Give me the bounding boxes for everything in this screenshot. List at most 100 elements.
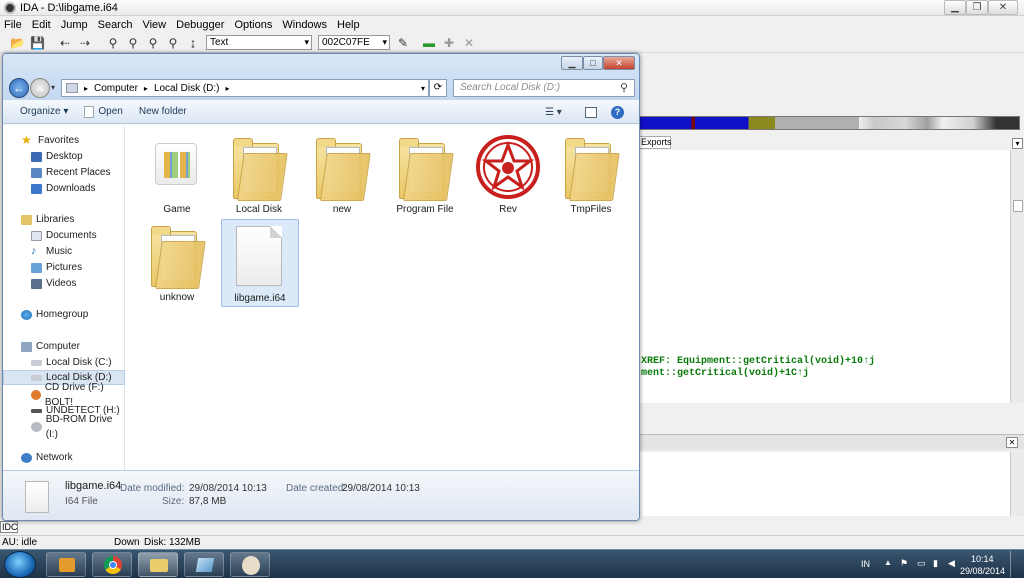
file-item-tmpfiles[interactable]: TmpFiles <box>553 131 629 217</box>
breadcrumb-chevron-icon[interactable]: ▸ <box>226 84 230 93</box>
language-indicator[interactable]: IN <box>861 559 870 569</box>
menu-debugger[interactable]: Debugger <box>176 19 224 31</box>
menu-options[interactable]: Options <box>234 19 272 31</box>
brush-icon[interactable]: ✎ <box>396 36 410 50</box>
menu-jump[interactable]: Jump <box>61 19 88 31</box>
output-scrollbar[interactable] <box>1010 452 1024 516</box>
breadcrumb-local-disk-d[interactable]: Local Disk (D:) <box>154 83 220 94</box>
output-close-icon[interactable]: ✕ <box>1006 437 1018 448</box>
menu-windows[interactable]: Windows <box>282 19 327 31</box>
mode-select[interactable]: Text <box>206 35 312 50</box>
binoculars-next-icon[interactable]: ⚲ <box>126 36 140 50</box>
tab-dropdown-icon[interactable]: ▾ <box>1012 138 1023 149</box>
transmutation-circle-icon <box>476 135 540 199</box>
new-folder-button[interactable]: New folder <box>139 106 187 117</box>
cancel-icon[interactable]: ✕ <box>462 36 476 50</box>
address-bar[interactable]: ▸ Computer ▸ Local Disk (D:) ▸ ▾ <box>61 79 429 97</box>
output-window[interactable] <box>637 452 1010 516</box>
folder-icon <box>151 225 206 289</box>
binoculars-text-icon[interactable]: ⚲ <box>146 36 160 50</box>
nav-favorites[interactable]: ★ Favorites <box>3 133 125 148</box>
file-item-local-disk[interactable]: Local Disk <box>221 131 297 217</box>
clock-date[interactable]: 29/08/2014 <box>960 566 1005 576</box>
menu-search[interactable]: Search <box>98 19 133 31</box>
open-icon[interactable]: 📂 <box>10 36 25 50</box>
file-item-libgame[interactable]: libgame.i64 <box>221 219 299 307</box>
nav-computer[interactable]: Computer <box>3 339 125 354</box>
plus-icon[interactable]: ✚ <box>442 36 456 50</box>
binoculars-icon[interactable]: ⚲ <box>106 36 120 50</box>
recent-pages-icon[interactable]: ▾ <box>51 83 55 92</box>
menu-file[interactable]: File <box>4 19 22 31</box>
nav-recent-places[interactable]: Recent Places <box>3 165 125 180</box>
help-icon[interactable]: ? <box>611 106 624 119</box>
documents-icon <box>31 230 42 241</box>
ida-taskbar-icon[interactable] <box>184 552 224 577</box>
preview-pane-icon[interactable] <box>585 107 597 118</box>
file-item-new[interactable]: new <box>304 131 380 217</box>
back-arrow-icon[interactable]: ⇠ <box>58 36 72 50</box>
open-button[interactable]: Open <box>84 105 123 118</box>
menu-help[interactable]: Help <box>337 19 360 31</box>
forward-arrow-icon[interactable]: → <box>30 78 50 98</box>
breadcrumb-chevron-icon[interactable]: ▸ <box>84 84 88 93</box>
explorer-maximize-button[interactable]: □ <box>583 56 603 70</box>
menu-view[interactable]: View <box>142 19 166 31</box>
explorer-minimize-button[interactable]: ▁ <box>561 56 583 70</box>
jump-address-icon[interactable]: ↨ <box>186 36 200 50</box>
file-item-program-file[interactable]: Program File <box>387 131 463 217</box>
file-item-game[interactable]: Game <box>139 131 215 217</box>
nav-libraries[interactable]: Libraries <box>3 212 125 227</box>
nav-bd-rom-i[interactable]: BD-ROM Drive (I:) <box>3 414 125 440</box>
volume-icon[interactable]: ◀ <box>948 558 955 569</box>
breadcrumb-computer[interactable]: Computer <box>94 83 138 94</box>
close-button[interactable]: ✕ <box>988 0 1018 15</box>
breadcrumb-chevron-icon[interactable]: ▸ <box>144 84 148 93</box>
file-item-unknow[interactable]: unknow <box>139 219 215 305</box>
tab-exports[interactable]: Exports <box>637 136 672 149</box>
portrait-app-icon[interactable] <box>230 552 270 577</box>
detail-modified-value: 29/08/2014 10:13 <box>189 483 267 494</box>
forward-arrow-icon[interactable]: ⇢ <box>78 36 92 50</box>
nav-homegroup[interactable]: Homegroup <box>3 307 125 322</box>
save-icon[interactable]: 💾 <box>30 36 45 50</box>
minus-icon[interactable]: ▬ <box>422 36 436 50</box>
explorer-close-button[interactable]: ✕ <box>603 56 635 70</box>
binoculars-gray-icon[interactable]: ⚲ <box>166 36 180 50</box>
file-explorer-icon[interactable] <box>138 552 178 577</box>
menu-edit[interactable]: Edit <box>32 19 51 31</box>
nav-pictures[interactable]: Pictures <box>3 260 125 275</box>
address-dropdown-icon[interactable]: ▾ <box>421 84 425 93</box>
clock-time[interactable]: 10:14 <box>971 554 994 564</box>
organize-button[interactable]: Organize ▾ <box>20 106 68 117</box>
start-button[interactable] <box>4 551 36 578</box>
file-item-rev[interactable]: Rev <box>470 131 546 217</box>
nav-music[interactable]: ♪ Music <box>3 244 125 259</box>
search-input[interactable]: Search Local Disk (D:) <box>453 79 635 97</box>
action-center-icon[interactable]: ⚑ <box>900 558 908 569</box>
nav-documents[interactable]: Documents <box>3 228 125 243</box>
nav-network[interactable]: Network <box>3 450 125 465</box>
tray-arrow-icon[interactable]: ▲ <box>884 558 892 567</box>
show-desktop-button[interactable] <box>1010 551 1022 577</box>
disassembly-scrollbar[interactable] <box>1010 150 1024 403</box>
nav-desktop[interactable]: Desktop <box>3 149 125 164</box>
nav-downloads[interactable]: Downloads <box>3 181 125 196</box>
idc-button[interactable]: IDC <box>0 521 18 533</box>
restore-button[interactable]: ❐ <box>966 0 988 15</box>
address-select[interactable]: 002C07FE <box>318 35 390 50</box>
navigation-band[interactable] <box>637 116 1020 130</box>
nav-videos[interactable]: Videos <box>3 276 125 291</box>
back-arrow-icon[interactable]: ← <box>9 78 29 98</box>
drive-icon <box>31 359 42 366</box>
battery-icon[interactable]: ▮ <box>933 558 938 569</box>
refresh-icon[interactable]: ⟳ <box>429 79 447 97</box>
display-icon[interactable]: ▭ <box>917 558 926 569</box>
view-options-icon[interactable]: ☰ ▾ <box>545 107 562 118</box>
nav-local-disk-c[interactable]: Local Disk (C:) <box>3 355 125 370</box>
minimize-button[interactable]: ▁ <box>944 0 966 15</box>
nav-cd-drive-f[interactable]: CD Drive (F:) BOLT! <box>3 382 125 408</box>
chrome-icon[interactable] <box>92 552 132 577</box>
media-player-icon[interactable] <box>46 552 86 577</box>
explorer-window[interactable]: ▁ □ ✕ ← → ▾ ▸ Computer ▸ Local Disk (D:)… <box>2 53 640 521</box>
